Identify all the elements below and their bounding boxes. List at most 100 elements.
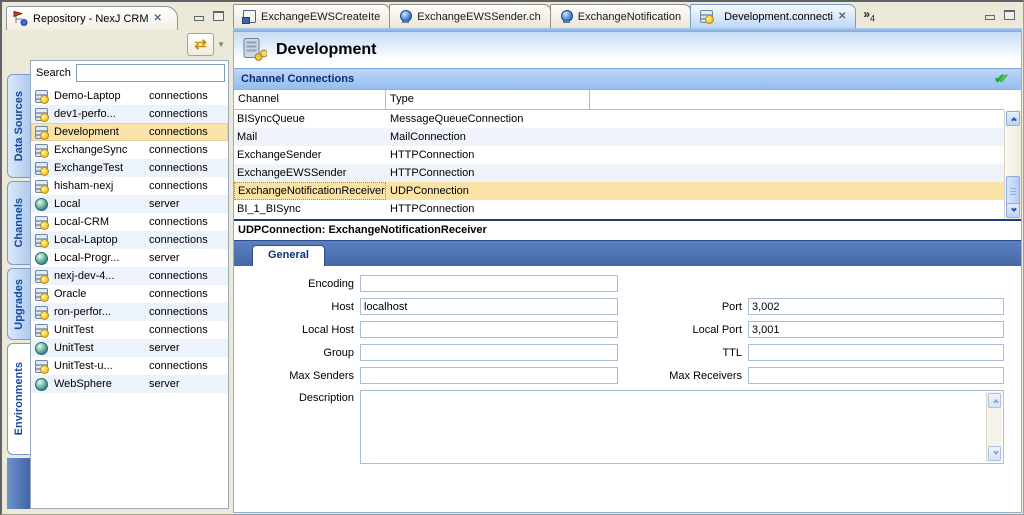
editor-tab-exchangenotification[interactable]: ExchangeNotification: [550, 4, 691, 28]
list-item[interactable]: UnitTestserver: [31, 339, 228, 357]
environments-list: Demo-Laptopconnections dev1-perfo...conn…: [31, 87, 228, 393]
tab-upgrades[interactable]: Upgrades: [7, 268, 30, 340]
close-icon[interactable]: ✕: [838, 11, 846, 22]
table-row[interactable]: ExchangeSenderHTTPConnection: [234, 146, 1004, 164]
tab-data-sources[interactable]: Data Sources: [7, 74, 30, 178]
tab-strip-filler: [7, 458, 30, 509]
list-item[interactable]: Local-Laptopconnections: [31, 231, 228, 249]
valid-checkmarks-icon: ✔✔: [994, 71, 1013, 87]
description-scrollbar[interactable]: [986, 392, 1002, 462]
list-item[interactable]: WebSphereserver: [31, 375, 228, 393]
application-window: Repository - NexJ CRM ✕ ⇄ ▼ Data Sources…: [0, 0, 1024, 515]
tab-environments[interactable]: Environments: [7, 343, 30, 455]
group-field[interactable]: [360, 344, 618, 361]
scrollbar-thumb[interactable]: [1006, 176, 1020, 206]
table-row[interactable]: MailMailConnection: [234, 128, 1004, 146]
maximize-icon[interactable]: [213, 11, 224, 21]
search-label: Search: [36, 67, 71, 79]
max-senders-label: Max Senders: [234, 370, 360, 382]
list-item[interactable]: ExchangeSyncconnections: [31, 141, 228, 159]
editor-tab-exchangeewscreateite[interactable]: ExchangeEWSCreateIte: [233, 4, 390, 28]
category-tab-strip: Data Sources Channels Upgrades Environme…: [7, 60, 30, 509]
list-item[interactable]: dev1-perfo...connections: [31, 105, 228, 123]
scroll-down-icon[interactable]: [988, 446, 1001, 461]
repository-panel: Repository - NexJ CRM ✕ ⇄ ▼ Data Sources…: [3, 3, 232, 513]
list-item[interactable]: nexj-dev-4...connections: [31, 267, 228, 285]
host-field[interactable]: [360, 298, 618, 315]
repository-icon: [13, 11, 28, 27]
group-label: Group: [234, 347, 360, 359]
list-item[interactable]: ExchangeTestconnections: [31, 159, 228, 177]
server-icon: [35, 342, 48, 355]
list-item[interactable]: ron-perfor...connections: [31, 303, 228, 321]
connections-icon: [35, 90, 48, 103]
local-port-label: Local Port: [618, 324, 748, 336]
panel-title: Repository - NexJ CRM: [33, 13, 149, 25]
link-with-editor-button[interactable]: ⇄: [187, 33, 214, 56]
general-form: Encoding Host Port Local Host Local Port: [234, 266, 1021, 464]
table-row[interactable]: BISyncQueueMessageQueueConnection: [234, 110, 1004, 128]
server-icon: [35, 378, 48, 391]
search-input[interactable]: [76, 64, 225, 82]
connections-icon: [35, 306, 48, 319]
minimize-icon[interactable]: [193, 12, 204, 21]
connections-icon: [35, 324, 48, 337]
environments-list-panel: Search Demo-Laptopconnections dev1-perfo…: [30, 60, 229, 509]
port-field[interactable]: [748, 298, 1004, 315]
tab-channels[interactable]: Channels: [7, 181, 30, 265]
list-item[interactable]: Local-Progr...server: [31, 249, 228, 267]
list-item[interactable]: UnitTestconnections: [31, 321, 228, 339]
editor-tab-exchangeewssender[interactable]: ExchangeEWSSender.ch: [389, 4, 551, 28]
column-header-channel[interactable]: Channel: [234, 90, 386, 109]
max-senders-field[interactable]: [360, 367, 618, 384]
scroll-up-icon[interactable]: [1006, 111, 1020, 126]
tab-general[interactable]: General: [252, 245, 325, 266]
local-host-field[interactable]: [360, 321, 618, 338]
column-header-empty[interactable]: [590, 90, 1004, 109]
server-icon: [35, 198, 48, 211]
connections-icon: [35, 162, 48, 175]
connections-icon: [35, 360, 48, 373]
table-scrollbar[interactable]: [1004, 110, 1021, 219]
hidden-tabs-chevron[interactable]: »4: [863, 7, 875, 23]
encoding-field[interactable]: [360, 275, 618, 292]
maximize-icon[interactable]: [1004, 10, 1015, 20]
swap-arrows-icon: ⇄: [194, 37, 207, 52]
connections-icon: [35, 234, 48, 247]
connections-file-icon: [700, 10, 713, 23]
connections-icon: [35, 144, 48, 157]
list-item[interactable]: UnitTest-u...connections: [31, 357, 228, 375]
repository-panel-tab[interactable]: Repository - NexJ CRM ✕: [6, 6, 178, 30]
view-menu-dropdown-icon[interactable]: ▼: [217, 40, 225, 49]
table-row-selected[interactable]: ExchangeNotificationReceiverUDPConnectio…: [234, 182, 1004, 200]
table-row[interactable]: BI_1_BISyncHTTPConnection: [234, 200, 1004, 218]
table-header-row: Channel Type: [234, 90, 1004, 110]
description-field[interactable]: [360, 390, 1004, 464]
scroll-down-icon[interactable]: [1006, 203, 1020, 218]
local-port-field[interactable]: [748, 321, 1004, 338]
list-item[interactable]: hisham-nexjconnections: [31, 177, 228, 195]
editor-tab-development-connections[interactable]: Development.connecti ✕: [690, 4, 856, 28]
detail-section-title: UDPConnection: ExchangeNotificationRecei…: [234, 221, 1021, 240]
column-header-type[interactable]: Type: [386, 90, 590, 109]
close-icon[interactable]: ✕: [154, 13, 162, 24]
max-receivers-field[interactable]: [748, 367, 1004, 384]
panel-toolbar: ⇄ ▼: [187, 33, 225, 56]
host-label: Host: [234, 301, 360, 313]
environment-server-icon: [241, 37, 267, 63]
scroll-up-icon[interactable]: [988, 393, 1001, 408]
connections-icon: [35, 126, 48, 139]
minimize-icon[interactable]: [984, 11, 995, 20]
list-item[interactable]: Oracleconnections: [31, 285, 228, 303]
page-title: Development: [276, 41, 376, 59]
table-row[interactable]: ExchangeEWSSenderHTTPConnection: [234, 164, 1004, 182]
list-item[interactable]: Demo-Laptopconnections: [31, 87, 228, 105]
list-item[interactable]: Localserver: [31, 195, 228, 213]
server-icon: [35, 252, 48, 265]
list-item[interactable]: Local-CRMconnections: [31, 213, 228, 231]
editor-content: Development Channel Connections ✔✔ Chann…: [233, 32, 1022, 513]
list-item-selected[interactable]: Developmentconnections: [31, 123, 228, 141]
ttl-field[interactable]: [748, 344, 1004, 361]
connections-icon: [35, 270, 48, 283]
detail-tab-strip: General: [234, 240, 1021, 266]
